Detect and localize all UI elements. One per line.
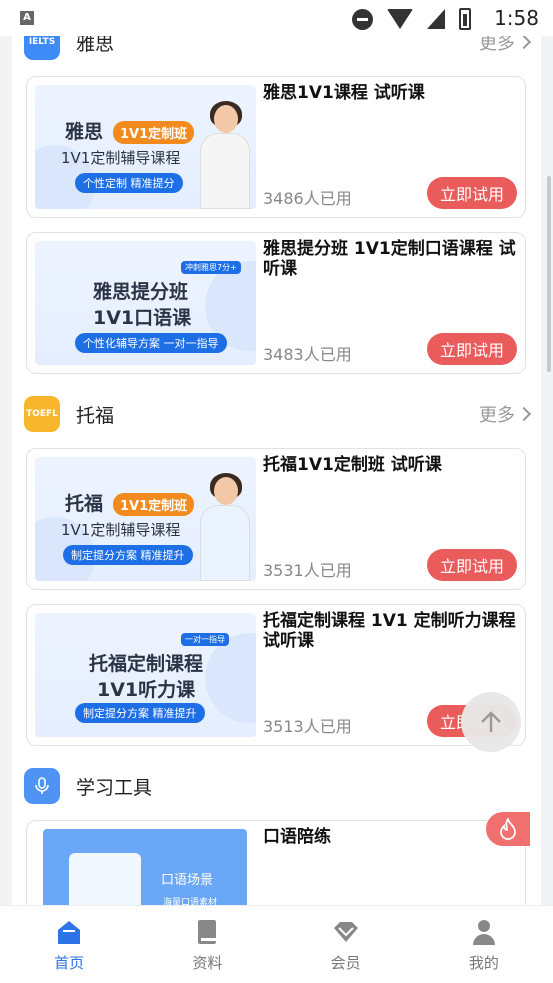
section-header-tools: 学习工具 <box>24 766 529 806</box>
course-card[interactable]: 雅思 1V1定制班 1V1定制辅导课程 个性定制 精准提分 雅思1V1课程 试听… <box>26 76 526 218</box>
tab-label: 资料 <box>192 954 223 972</box>
try-now-button[interactable]: 立即试用 <box>427 549 517 581</box>
thumb-banner: 制定提分方案 精准提升 <box>75 703 205 723</box>
course-card[interactable]: 一对一指导 托福定制课程 1V1听力课 制定提分方案 精准提升 托福定制课程 1… <box>26 604 526 746</box>
course-thumbnail: 雅思 1V1定制班 1V1定制辅导课程 个性定制 精准提分 <box>35 85 256 209</box>
microphone-icon <box>24 768 60 804</box>
clock: 1:58 <box>494 6 539 30</box>
usage-count: 3513人已用 <box>263 717 352 736</box>
thumb-banner: 个性定制 精准提分 <box>75 173 183 193</box>
teacher-image <box>196 101 254 209</box>
course-title: 雅思提分班 1V1定制口语课程 试听课 <box>263 239 516 279</box>
thumb-subtitle: 海量口语素材 <box>163 898 218 905</box>
status-bar: A 1:58 <box>0 0 553 36</box>
battery-charging-icon <box>459 8 471 30</box>
home-icon <box>58 921 81 944</box>
hot-flame-button[interactable] <box>486 812 530 846</box>
thumb-heading: 托福 <box>65 493 104 515</box>
section-header-toefl: TOEFL 托福 更多 <box>24 394 532 434</box>
status-icons <box>352 8 471 30</box>
try-now-button[interactable]: 立即试用 <box>427 177 517 209</box>
thumb-subtitle: 1V1听力课 <box>97 679 196 701</box>
thumb-subtitle: 1V1定制辅导课程 <box>61 149 181 167</box>
toefl-logo-icon: TOEFL <box>24 396 60 432</box>
no-signal-icon <box>427 9 445 29</box>
course-thumbnail: 一对一指导 托福定制课程 1V1听力课 制定提分方案 精准提升 <box>35 613 256 737</box>
course-thumbnail: 托福 1V1定制班 1V1定制辅导课程 制定提分方案 精准提升 <box>35 457 256 581</box>
tab-home[interactable]: 首页 <box>0 906 138 983</box>
more-label[interactable]: 更多 <box>479 401 515 427</box>
scrollbar[interactable] <box>547 176 551 372</box>
thumb-tag: 一对一指导 <box>181 633 229 646</box>
course-title: 托福1V1定制班 试听课 <box>263 455 442 475</box>
tab-membership[interactable]: 会员 <box>277 906 415 983</box>
bottom-tab-bar: 首页 资料 会员 我的 <box>0 905 553 983</box>
wifi-icon <box>387 9 413 29</box>
thumb-pill: 1V1定制班 <box>113 493 195 516</box>
course-title: 雅思1V1课程 试听课 <box>263 83 425 103</box>
try-now-button[interactable]: 立即试用 <box>427 333 517 365</box>
thumb-heading: 托福定制课程 <box>89 653 204 675</box>
course-card[interactable]: 托福 1V1定制班 1V1定制辅导课程 制定提分方案 精准提升 托福1V1定制班… <box>26 448 526 590</box>
flame-icon <box>500 818 516 840</box>
section-title: 学习工具 <box>76 776 153 799</box>
course-thumbnail: 冲刺雅思7分+ 雅思提分班 1V1口语课 个性化辅导方案 一对一指导 <box>35 241 256 365</box>
phone-mockup <box>69 853 141 905</box>
thumb-banner: 制定提分方案 精准提升 <box>63 545 193 565</box>
tool-card[interactable]: 口语场景 海量口语素材 口语陪练 <box>26 820 526 905</box>
back-to-top-button[interactable] <box>461 692 521 752</box>
thumb-tag: 冲刺雅思7分+ <box>181 261 241 274</box>
thumb-subtitle: 1V1口语课 <box>93 307 192 329</box>
course-card[interactable]: 冲刺雅思7分+ 雅思提分班 1V1口语课 个性化辅导方案 一对一指导 雅思提分班… <box>26 232 526 374</box>
thumb-heading: 雅思 <box>65 121 104 143</box>
teacher-image <box>196 473 254 581</box>
tab-label: 首页 <box>54 954 85 972</box>
course-title: 托福定制课程 1V1 定制听力课程 试听课 <box>263 611 516 651</box>
thumb-subtitle: 1V1定制辅导课程 <box>61 521 181 539</box>
diamond-icon <box>333 922 358 942</box>
usage-count: 3531人已用 <box>263 561 352 580</box>
tool-title: 口语陪练 <box>263 827 331 847</box>
tab-label: 我的 <box>468 954 499 972</box>
chevron-right-icon <box>516 406 532 422</box>
section-title: 托福 <box>76 404 115 427</box>
tool-thumbnail: 口语场景 海量口语素材 <box>43 829 247 905</box>
tab-profile[interactable]: 我的 <box>415 906 553 983</box>
thumb-heading: 口语场景 <box>161 873 214 888</box>
person-icon <box>472 920 495 945</box>
tab-label: 会员 <box>330 954 361 972</box>
thumb-banner: 个性化辅导方案 一对一指导 <box>75 333 227 353</box>
decor-circle <box>205 633 256 723</box>
thumb-heading: 雅思提分班 <box>93 281 189 303</box>
arrow-up-icon <box>481 711 501 732</box>
tab-materials[interactable]: 资料 <box>138 906 276 983</box>
usage-count: 3486人已用 <box>263 189 352 208</box>
chevron-right-icon <box>516 34 532 50</box>
app-notification-icon: A <box>20 11 34 25</box>
feed[interactable]: IELTS 雅思 更多 雅思 1V1定制班 1V1定制辅导课程 个性定制 精准提… <box>12 0 541 905</box>
usage-count: 3483人已用 <box>263 345 352 364</box>
book-icon <box>198 920 217 944</box>
do-not-disturb-icon <box>352 8 373 30</box>
thumb-pill: 1V1定制班 <box>113 121 195 144</box>
more-link-toefl[interactable]: 更多 <box>479 401 532 427</box>
